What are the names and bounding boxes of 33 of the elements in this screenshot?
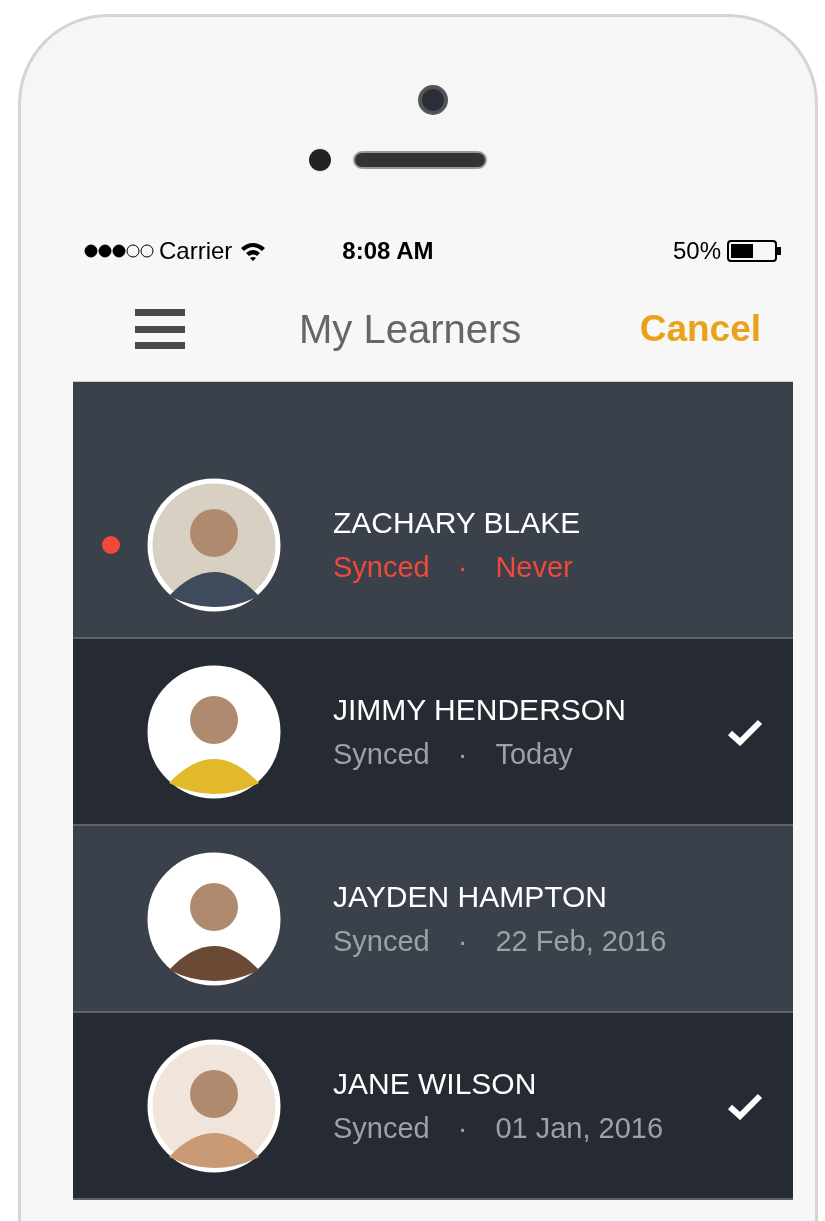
checkmark-icon [727,717,763,746]
sync-label: Synced [333,1110,430,1146]
carrier-name: Carrier [159,236,233,266]
learner-row[interactable]: ZACHARY BLAKE Synced · Never [73,452,793,639]
learner-row[interactable]: JAYDEN HAMPTON Synced · 22 Feb, 2016 [73,826,793,1013]
clock: 8:08 AM [342,236,434,266]
camera-icon [418,85,448,115]
learner-row[interactable]: JANE WILSON Synced · 01 Jan, 2016 [73,1013,793,1200]
sync-label: Synced [333,736,430,772]
signal-icon [83,243,155,259]
screen-title: My Learners [299,306,522,353]
checkmark-icon [727,1091,763,1120]
learner-name: JIMMY HENDERSON [333,691,626,728]
menu-icon [135,309,185,349]
learner-name: JAYDEN HAMPTON [333,878,608,915]
learner-name: ZACHARY BLAKE [333,504,581,541]
sync-label: Synced [333,549,430,585]
separator-dot: · [457,1110,468,1146]
separator-dot: · [457,736,468,772]
wifi-icon [240,241,267,261]
battery-percent: 50% [672,236,721,266]
sensor-icon [309,149,331,171]
separator-dot: · [457,923,468,959]
menu-button[interactable] [135,307,185,351]
sync-date: Today [495,736,573,772]
sync-date: Never [495,549,573,585]
battery-icon [727,240,783,262]
sync-date: 01 Jan, 2016 [495,1110,664,1146]
learner-name: JANE WILSON [333,1065,538,1102]
sync-date: 22 Feb, 2016 [495,923,667,959]
sync-label: Synced [333,923,430,959]
learner-row[interactable]: JIMMY HENDERSON Synced · Today [73,639,793,826]
separator-dot: · [457,549,468,585]
